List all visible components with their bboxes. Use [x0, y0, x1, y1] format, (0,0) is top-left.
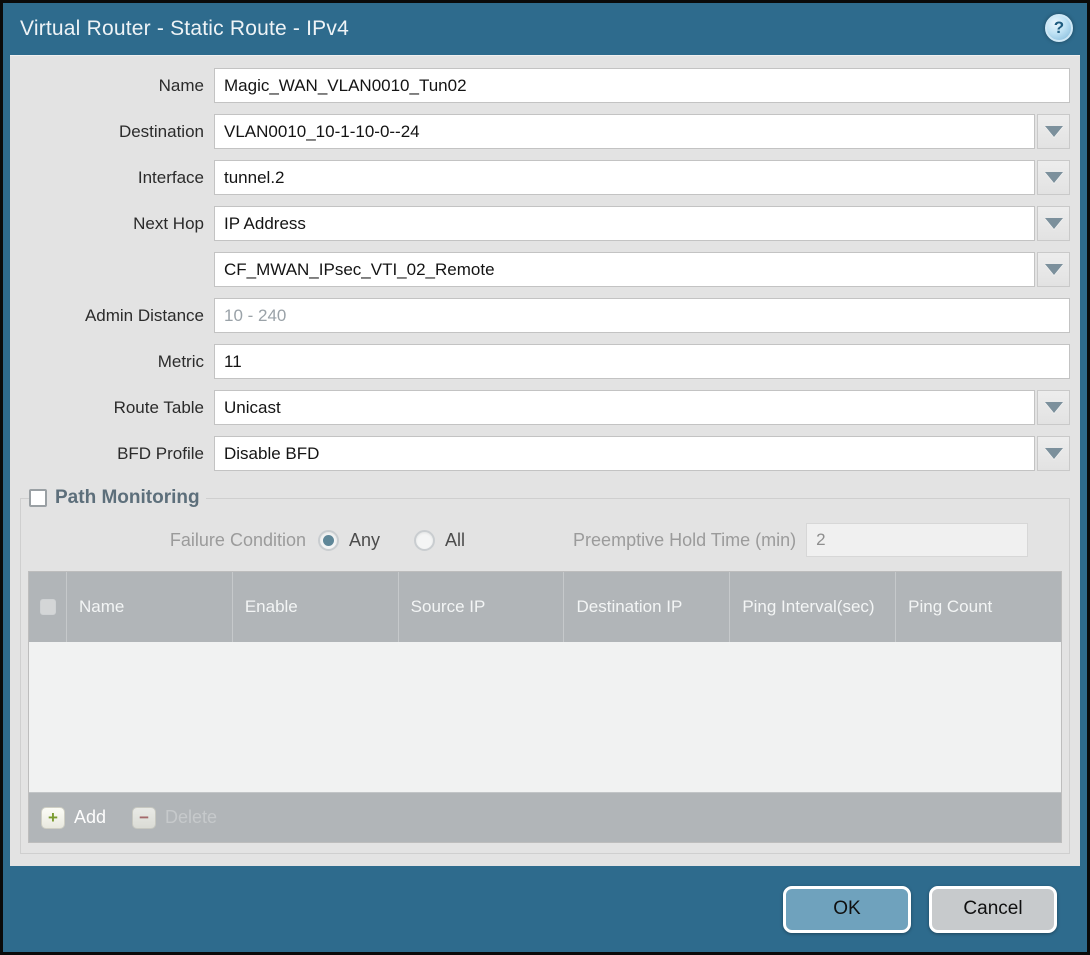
column-header-source-ip[interactable]: Source IP [398, 572, 564, 642]
dialog-footer: OK Cancel [3, 866, 1087, 952]
bfd-profile-label: BFD Profile [20, 444, 214, 464]
next-hop-type-input[interactable] [214, 206, 1035, 241]
chevron-down-icon [1045, 218, 1063, 229]
table-body-empty [29, 642, 1061, 792]
failure-condition-any-option[interactable]: Any [318, 530, 380, 551]
delete-icon: − [132, 807, 156, 829]
radio-all[interactable] [414, 530, 435, 551]
dialog-title: Virtual Router - Static Route - IPv4 [20, 17, 349, 41]
form-row-name: Name [20, 68, 1070, 103]
admin-distance-input[interactable] [214, 298, 1070, 333]
bfd-profile-input[interactable] [214, 436, 1035, 471]
next-hop-label: Next Hop [20, 214, 214, 234]
radio-all-label: All [445, 530, 465, 551]
interface-input[interactable] [214, 160, 1035, 195]
chevron-down-icon [1045, 448, 1063, 459]
column-header-ping-count[interactable]: Ping Count [895, 572, 1061, 642]
metric-label: Metric [20, 352, 214, 372]
dialog-body: Name Destination Interface [10, 55, 1080, 866]
path-monitoring-title: Path Monitoring [55, 487, 200, 509]
name-label: Name [20, 76, 214, 96]
next-hop-address-input[interactable] [214, 252, 1035, 287]
radio-any[interactable] [318, 530, 339, 551]
select-all-checkbox[interactable] [40, 599, 56, 615]
dialog-titlebar: Virtual Router - Static Route - IPv4 ? [3, 3, 1087, 55]
form-row-metric: Metric [20, 344, 1070, 379]
radio-any-label: Any [349, 530, 380, 551]
delete-button[interactable]: − Delete [132, 807, 217, 829]
route-table-label: Route Table [20, 398, 214, 418]
route-table-input[interactable] [214, 390, 1035, 425]
chevron-down-icon [1045, 172, 1063, 183]
add-icon: + [41, 807, 65, 829]
form-row-route-table: Route Table [20, 390, 1070, 425]
form-row-next-hop-address [20, 252, 1070, 287]
cancel-button[interactable]: Cancel [929, 886, 1057, 933]
next-hop-type-dropdown-button[interactable] [1037, 206, 1070, 241]
add-button-label: Add [74, 807, 106, 828]
static-route-dialog: Virtual Router - Static Route - IPv4 ? N… [0, 0, 1090, 955]
preemptive-hold-time-input[interactable] [806, 523, 1028, 557]
preemptive-hold-time-label: Preemptive Hold Time (min) [573, 530, 806, 551]
help-icon[interactable]: ? [1045, 14, 1073, 42]
form-row-bfd-profile: BFD Profile [20, 436, 1070, 471]
chevron-down-icon [1045, 126, 1063, 137]
destination-label: Destination [20, 122, 214, 142]
chevron-down-icon [1045, 264, 1063, 275]
chevron-down-icon [1045, 402, 1063, 413]
ok-button[interactable]: OK [783, 886, 911, 933]
next-hop-address-dropdown-button[interactable] [1037, 252, 1070, 287]
table-toolbar: + Add − Delete [29, 792, 1061, 842]
form-row-next-hop: Next Hop [20, 206, 1070, 241]
column-header-name[interactable]: Name [66, 572, 232, 642]
metric-input[interactable] [214, 344, 1070, 379]
form-row-interface: Interface [20, 160, 1070, 195]
delete-button-label: Delete [165, 807, 217, 828]
column-header-destination-ip[interactable]: Destination IP [563, 572, 729, 642]
help-glyph: ? [1054, 18, 1064, 38]
column-header-enable[interactable]: Enable [232, 572, 398, 642]
failure-condition-all-option[interactable]: All [414, 530, 465, 551]
failure-condition-label: Failure Condition [28, 530, 318, 551]
path-monitoring-checkbox[interactable] [29, 489, 47, 507]
path-monitoring-table: Name Enable Source IP Destination IP Pin… [28, 571, 1062, 843]
table-header-checkbox-cell [29, 572, 66, 642]
interface-dropdown-button[interactable] [1037, 160, 1070, 195]
form-row-admin-distance: Admin Distance [20, 298, 1070, 333]
route-table-dropdown-button[interactable] [1037, 390, 1070, 425]
table-header-row: Name Enable Source IP Destination IP Pin… [29, 572, 1061, 642]
destination-dropdown-button[interactable] [1037, 114, 1070, 149]
admin-distance-label: Admin Distance [20, 306, 214, 326]
path-monitoring-controls: Failure Condition Any All Preemptive Hol… [28, 523, 1062, 557]
path-monitoring-legend: Path Monitoring [29, 487, 206, 509]
form-row-destination: Destination [20, 114, 1070, 149]
column-header-ping-interval[interactable]: Ping Interval(sec) [729, 572, 895, 642]
add-button[interactable]: + Add [41, 807, 106, 829]
destination-input[interactable] [214, 114, 1035, 149]
bfd-profile-dropdown-button[interactable] [1037, 436, 1070, 471]
interface-label: Interface [20, 168, 214, 188]
name-input[interactable] [214, 68, 1070, 103]
path-monitoring-section: Path Monitoring Failure Condition Any Al… [20, 487, 1070, 854]
